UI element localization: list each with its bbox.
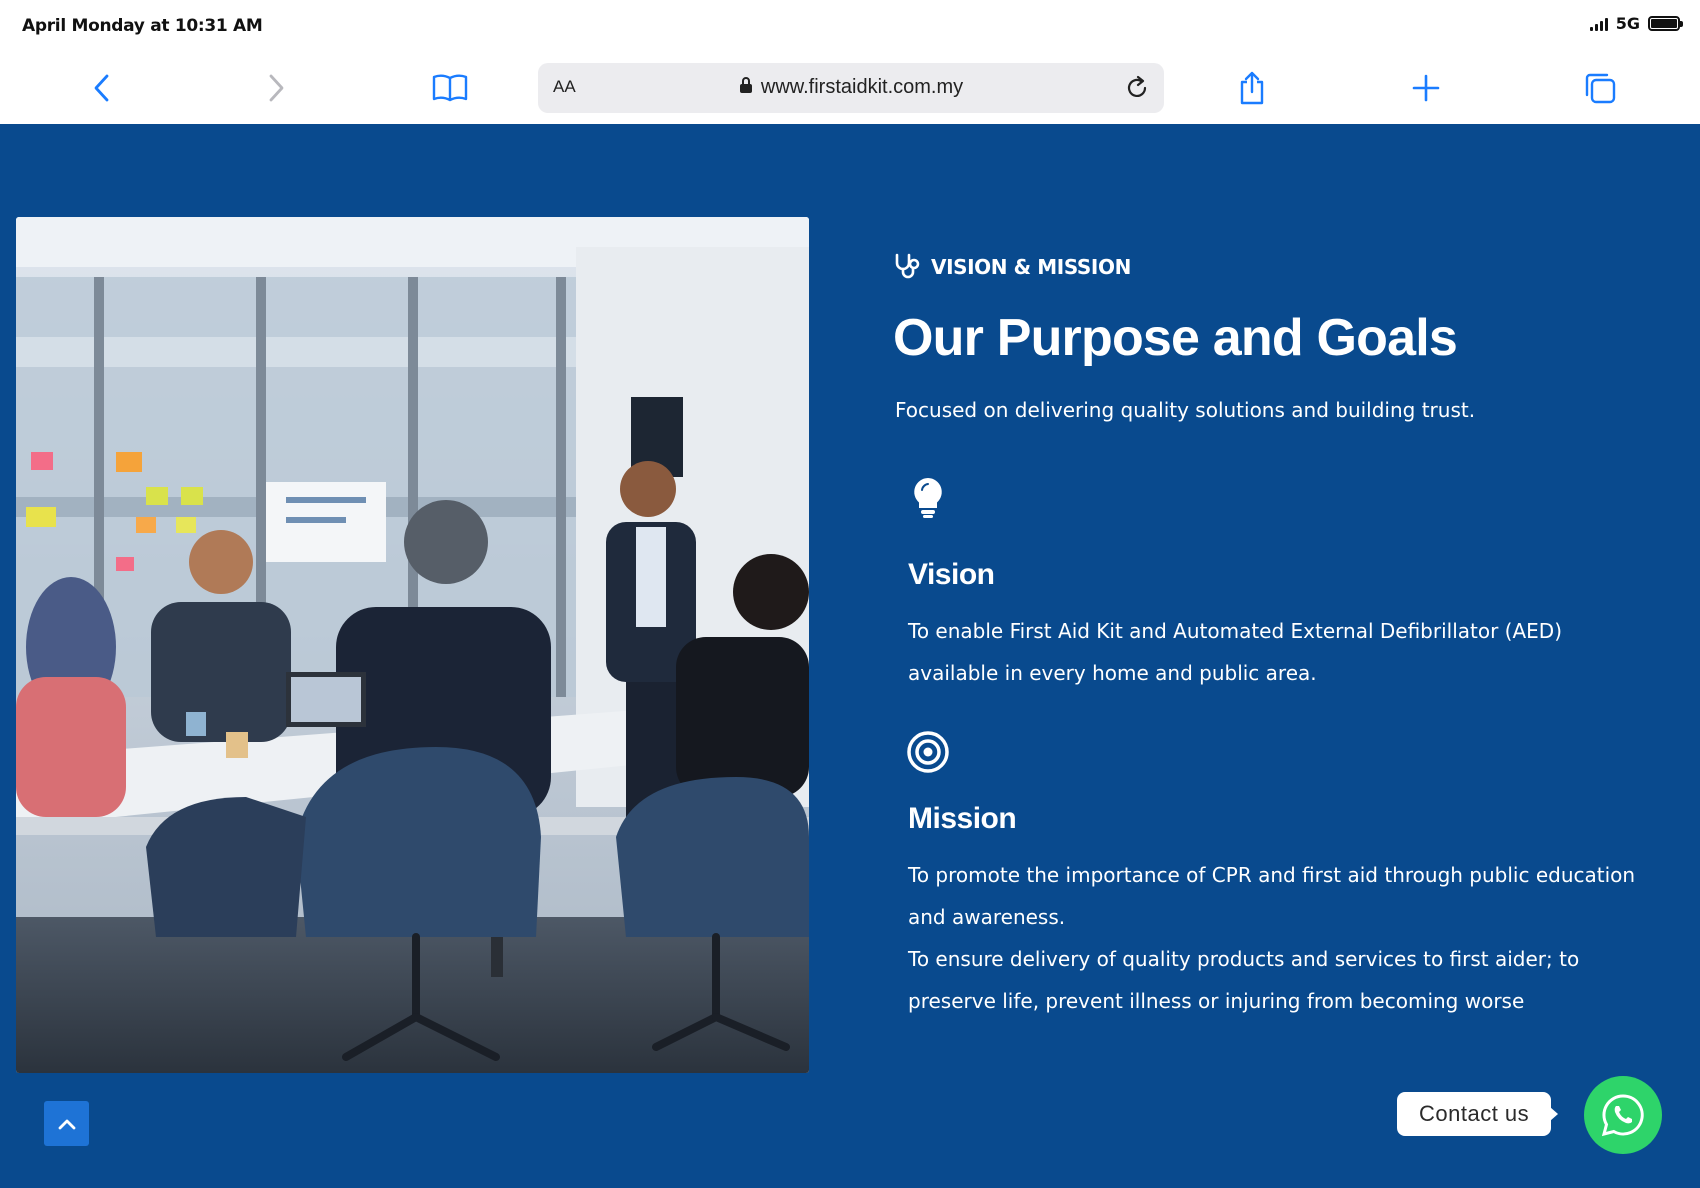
signal-icon bbox=[1589, 17, 1608, 31]
chevron-right-icon bbox=[269, 74, 284, 102]
status-bar: April Monday at 10:31 AM 5G bbox=[0, 0, 1700, 52]
new-tab-button[interactable] bbox=[1406, 68, 1446, 108]
mission-heading: Mission bbox=[908, 802, 1017, 835]
eyebrow-text: VISION & MISSION bbox=[931, 255, 1131, 279]
url-text: www.firstaidkit.com.my bbox=[760, 76, 964, 98]
address-bar[interactable]: AA www.firstaidkit.com.my bbox=[538, 63, 1164, 113]
bookmarks-button[interactable] bbox=[430, 68, 470, 108]
team-meeting-photo bbox=[16, 217, 809, 1073]
vision-heading: Vision bbox=[908, 558, 995, 591]
lightbulb-icon bbox=[910, 476, 946, 524]
plus-icon bbox=[1412, 74, 1440, 102]
vision-mission-section: VISION & MISSION Our Purpose and Goals F… bbox=[0, 124, 1700, 1188]
share-button[interactable] bbox=[1232, 68, 1272, 108]
url-display[interactable]: www.firstaidkit.com.my bbox=[538, 76, 1164, 99]
back-button[interactable] bbox=[82, 68, 122, 108]
section-subtitle: Focused on delivering quality solutions … bbox=[895, 398, 1476, 422]
contact-us-button[interactable]: Contact us bbox=[1397, 1092, 1559, 1136]
lock-icon bbox=[739, 77, 752, 93]
reload-button[interactable] bbox=[1120, 71, 1154, 105]
forward-button[interactable] bbox=[256, 68, 296, 108]
mission-text-1: To promote the importance of CPR and fir… bbox=[908, 863, 1636, 929]
status-time: April Monday at 10:31 AM bbox=[22, 16, 263, 36]
share-icon bbox=[1240, 71, 1264, 105]
browser-toolbar: AA www.firstaidkit.com.my bbox=[0, 52, 1700, 124]
whatsapp-icon bbox=[1601, 1094, 1644, 1137]
tabs-icon bbox=[1585, 73, 1616, 104]
target-icon bbox=[906, 730, 950, 778]
mission-text-2: To ensure delivery of quality products a… bbox=[908, 947, 1580, 1013]
back-to-top-button[interactable] bbox=[44, 1101, 89, 1146]
stethoscope-icon bbox=[895, 253, 920, 279]
chevron-left-icon bbox=[94, 74, 109, 102]
section-eyebrow: VISION & MISSION bbox=[893, 253, 1131, 281]
status-indicators: 5G bbox=[1589, 14, 1683, 33]
chevron-up-icon bbox=[58, 1119, 75, 1129]
vision-text: To enable First Aid Kit and Automated Ex… bbox=[908, 619, 1562, 685]
network-label: 5G bbox=[1615, 14, 1640, 33]
battery-icon bbox=[1648, 16, 1683, 31]
tabs-button[interactable] bbox=[1580, 68, 1620, 108]
reload-icon bbox=[1127, 75, 1147, 97]
book-icon bbox=[432, 74, 468, 102]
section-title: Our Purpose and Goals bbox=[893, 309, 1458, 367]
whatsapp-button[interactable] bbox=[1584, 1076, 1662, 1154]
